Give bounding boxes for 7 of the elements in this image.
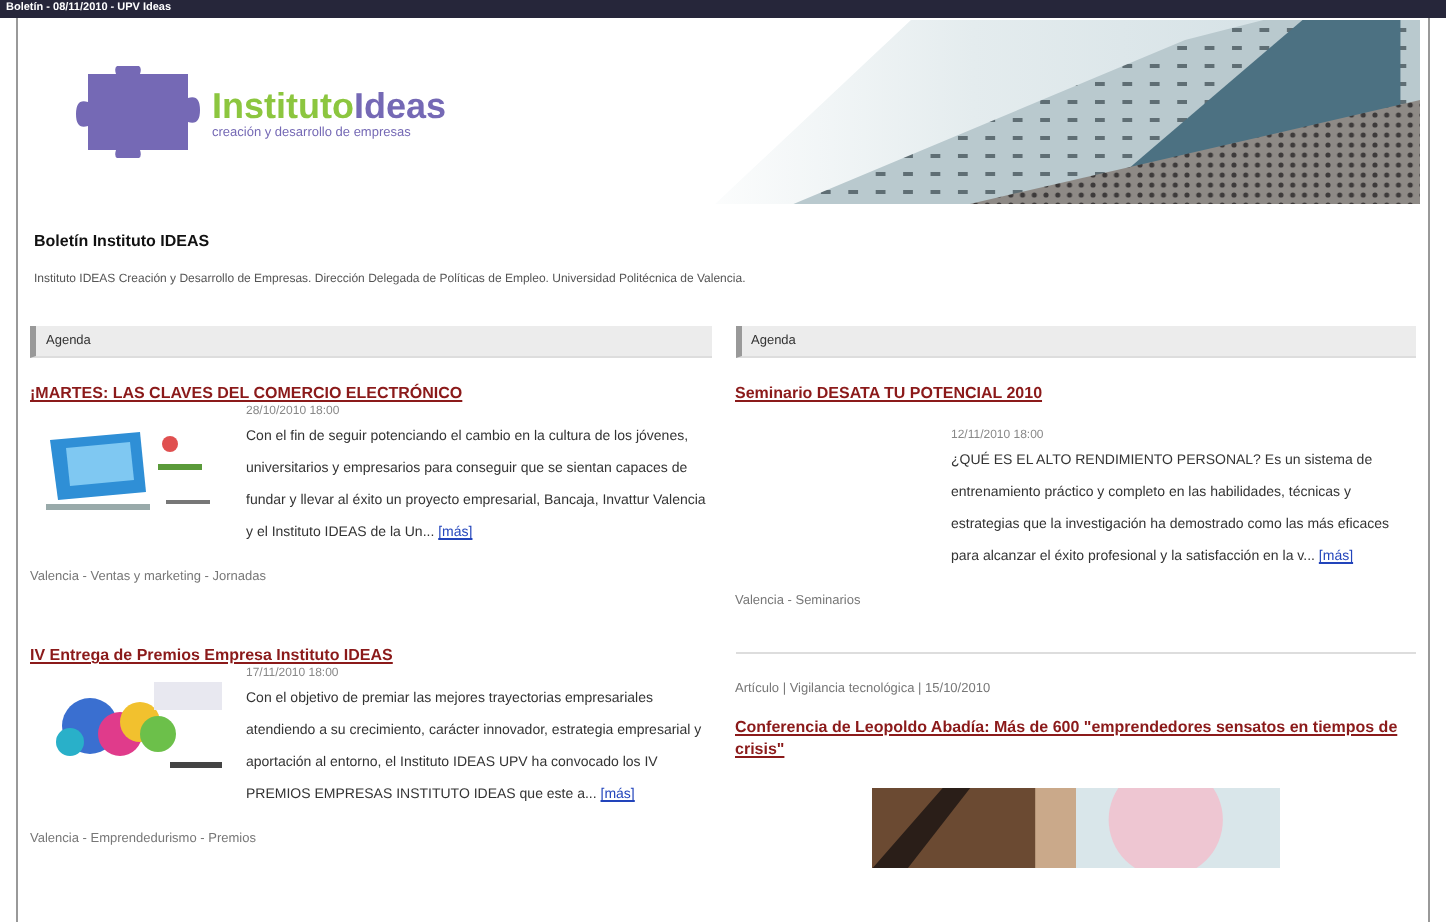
logo-text: InstitutoIdeas [212, 85, 447, 125]
event-title-link[interactable]: ¡MARTES: LAS CLAVES DEL COMERCIO ELECTRÓNICO [30, 382, 711, 404]
bulletin-title: Boletín Instituto IDEAS [34, 232, 212, 250]
article-title-link[interactable]: Conferencia de Leopoldo Abadía: Más de 600 "emprendedores sensatos en tiempos de crisis" [735, 716, 1416, 760]
puzzle-icon [76, 66, 200, 158]
event-title-link[interactable]: IV Entrega de Premios Empresa Instituto IDEAS [30, 644, 711, 666]
event-title-link[interactable]: Seminario DESATA TU POTENCIAL 2010 [735, 382, 1416, 404]
